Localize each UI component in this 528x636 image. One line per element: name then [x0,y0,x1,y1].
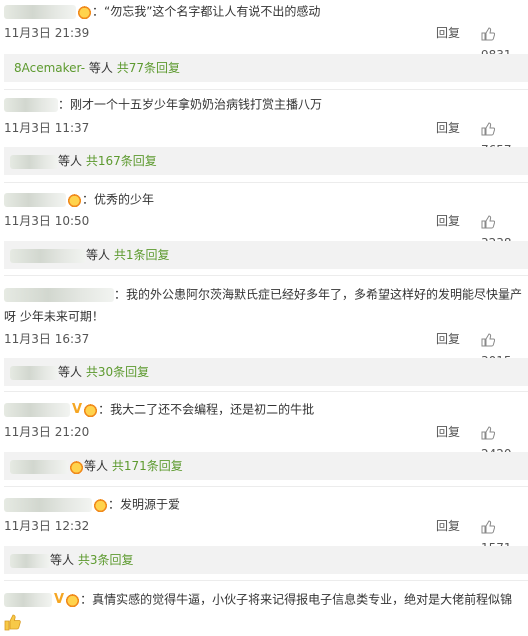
divider [4,275,528,276]
reply-count-link[interactable]: 共167条回复 [86,154,157,168]
divider [4,182,528,183]
thumbs-up-icon [481,121,495,135]
reply-count-link[interactable]: 共77条回复 [117,61,180,75]
reply-user[interactable] [10,365,58,380]
medal-icon [67,192,82,207]
reply-summary[interactable]: 等人 共171条回复 [4,452,528,480]
reply-summary[interactable]: 等人 共3条回复 [4,546,528,574]
divider [4,89,528,90]
reply-user[interactable] [10,553,50,568]
medal-icon [65,592,81,607]
thumbs-up-icon [481,332,495,346]
comment-time: 11月3日 12:32 [4,519,90,533]
divider [4,486,528,487]
medal-icon [83,402,99,417]
reply-summary[interactable]: 等人 共167条回复 [4,147,528,175]
divider [4,580,528,581]
reply-etal: 等人 [85,61,117,75]
username[interactable] [4,97,58,112]
reply-etal: 等人 [50,553,78,567]
reply-button[interactable]: 回复 [436,117,460,139]
username[interactable] [4,402,70,417]
medal-icon [93,497,108,512]
divider [4,391,528,392]
reply-button[interactable]: 回复 [436,515,460,537]
reply-user[interactable] [10,154,58,169]
reply-count-link[interactable]: 共30条回复 [86,365,149,379]
reply-button[interactable]: 回复 [436,328,460,350]
reply-count-link[interactable]: 共1条回复 [114,248,170,262]
comment-time: 11月3日 11:37 [4,121,90,135]
thumbs-up-icon [481,425,495,439]
comment-time: 11月3日 21:39 [4,26,90,40]
reply-user[interactable]: 8Acemaker- [14,61,85,75]
comment-text-continued: 呀 少年未来可期！ [4,309,104,324]
username[interactable] [4,287,114,302]
username[interactable] [4,4,76,19]
reply-etal: 等人 [84,459,112,473]
thumbs-up-emoji-icon [4,614,21,631]
thumbs-up-icon [481,26,495,40]
username[interactable] [4,192,66,207]
v-badge-icon: V [54,591,65,607]
reply-summary[interactable]: 等人 共1条回复 [4,241,528,269]
username[interactable] [4,592,52,607]
reply-button[interactable]: 回复 [436,421,460,443]
comment-text: ：优秀的少年 [82,192,155,207]
v-badge-icon: V [72,401,83,417]
reply-user[interactable] [10,459,68,474]
reply-summary[interactable]: 8Acemaker- 等人 共77条回复 [4,54,528,82]
reply-count-link[interactable]: 共3条回复 [78,553,134,567]
reply-button[interactable]: 回复 [436,210,460,232]
thumbs-up-icon [481,519,495,533]
comment-time: 11月3日 16:37 [4,332,90,346]
reply-etal: 等人 [58,365,86,379]
comment-text: ：真情实感的觉得牛逼，小伙子将来记得报电子信息类专业，绝对是大佬前程似锦 [80,592,513,607]
comment-text: ：“勿忘我”这个名字都让人有说不出的感动 [92,4,321,19]
reply-etal: 等人 [86,248,114,262]
comment-time: 11月3日 21:20 [4,425,90,439]
comment-time: 11月3日 10:50 [4,214,90,228]
comment-text: ：刚才一个十五岁少年拿奶奶治病钱打赏主播八万 [58,97,323,112]
thumbs-up-icon [481,214,495,228]
reply-button[interactable]: 回复 [436,22,460,44]
comment-text: ：我大二了还不会编程，还是初二的牛批 [98,402,315,417]
reply-count-link[interactable]: 共171条回复 [112,459,183,473]
comment-text: ：发明源于爱 [108,497,181,512]
reply-user[interactable] [10,248,86,263]
comment-text: ：我的外公患阿尔茨海默氏症已经好多年了，多希望这样好的发明能尽快量产 [114,287,523,302]
medal-icon [77,4,92,19]
username[interactable] [4,497,92,512]
medal-icon [69,459,84,474]
reply-summary[interactable]: 等人 共30条回复 [4,358,528,386]
reply-etal: 等人 [58,154,86,168]
